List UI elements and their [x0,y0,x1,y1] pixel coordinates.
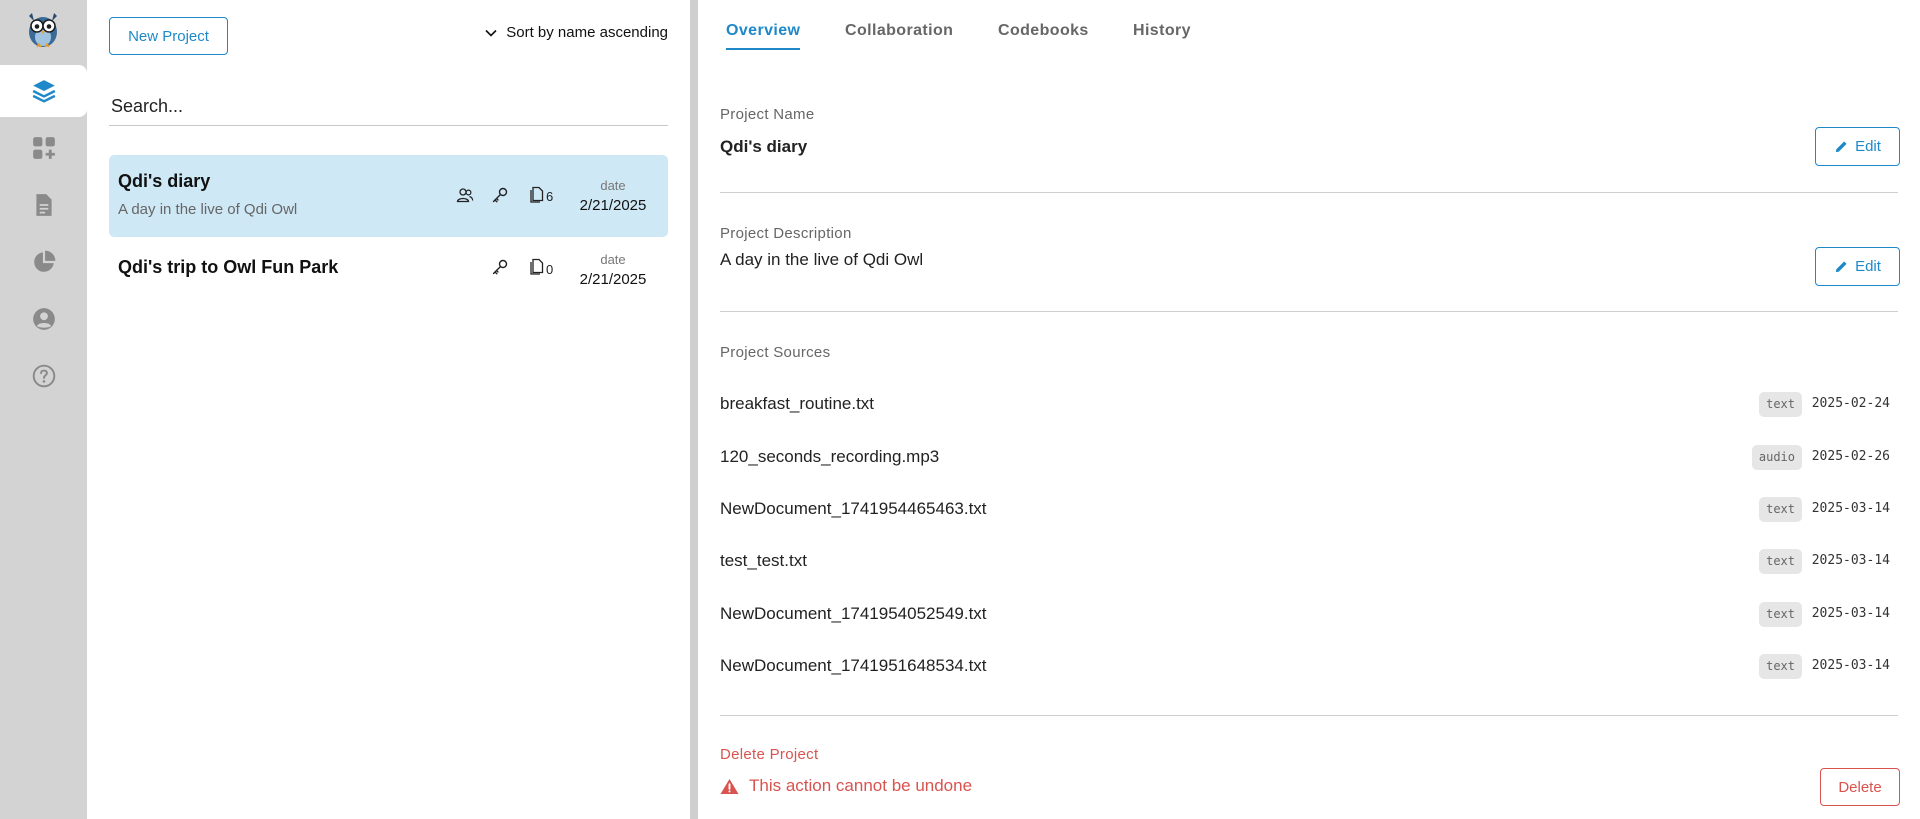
layers-icon [32,80,55,103]
divider [720,311,1898,312]
chevron-down-icon [485,29,497,37]
nav-help[interactable] [0,350,87,402]
source-date: 2025-03-14 [1811,658,1890,673]
source-row[interactable]: breakfast_routine.txt text 2025-02-24 [720,390,1898,420]
source-name: NewDocument_1741954052549.txt [720,604,987,623]
source-date: 2025-03-14 [1811,606,1890,621]
source-row[interactable]: NewDocument_1741951648534.txt text 2025-… [720,652,1898,682]
project-date: 2/21/2025 [579,271,647,288]
project-card[interactable]: Qdi's diary A day in the live of Qdi Owl… [109,155,668,237]
pie-chart-icon [33,250,55,272]
document-count: 6 [546,189,554,204]
source-row[interactable]: NewDocument_1741954465463.txt text 2025-… [720,495,1898,525]
source-type-badge: text [1759,392,1802,417]
sort-dropdown[interactable]: Sort by name ascending [484,24,668,41]
source-name: breakfast_routine.txt [720,394,875,413]
edit-name-button[interactable]: Edit [1815,127,1900,166]
source-name: 120_seconds_recording.mp3 [720,447,940,466]
source-type-badge: text [1759,549,1802,574]
delete-warning-text: This action cannot be undone [749,776,973,795]
nav-analysis[interactable] [0,236,87,288]
owl-logo [26,10,60,48]
pencil-icon [1835,261,1847,273]
source-type-badge: audio [1751,445,1802,470]
project-date: 2/21/2025 [579,197,647,214]
tab-history[interactable]: History [1133,22,1191,48]
project-title: Qdi's trip to Owl Fun Park [118,257,339,277]
project-detail-panel: Overview Collaboration Codebooks History… [698,0,1920,819]
source-row[interactable]: NewDocument_1741954052549.txt text 2025-… [720,600,1898,630]
source-type-badge: text [1759,497,1802,522]
key-icon [491,258,509,276]
tab-codebooks[interactable]: Codebooks [998,22,1089,48]
panel-divider[interactable] [690,0,698,819]
nav-account[interactable] [0,293,87,345]
source-type-badge: text [1759,602,1802,627]
user-circle-icon [32,308,55,330]
key-icon [491,186,509,204]
project-name-label: Project Name [720,106,815,123]
source-date: 2025-02-24 [1811,396,1890,411]
tab-collaboration[interactable]: Collaboration [845,22,953,48]
nav-projects[interactable] [0,65,87,117]
divider [720,192,1898,193]
pencil-icon [1835,141,1847,153]
tab-overview[interactable]: Overview [726,22,801,50]
source-date: 2025-02-26 [1811,449,1890,464]
project-list-panel: New Project Sort by name ascending Qdi's… [87,0,690,819]
project-name-value: Qdi's diary [720,137,808,156]
date-label: date [600,252,626,267]
edit-label: Edit [1855,258,1881,275]
project-description: A day in the live of Qdi Owl [118,201,298,218]
documents-icon [529,257,547,275]
source-row[interactable]: test_test.txt text 2025-03-14 [720,547,1898,577]
document-icon [35,194,52,216]
project-sources-label: Project Sources [720,344,831,361]
new-project-button[interactable]: New Project [109,17,228,55]
project-title: Qdi's diary [118,171,211,191]
delete-project-button[interactable]: Delete [1820,768,1900,806]
source-row[interactable]: 120_seconds_recording.mp3 audio 2025-02-… [720,443,1898,473]
documents-icon [529,185,547,203]
search-input[interactable] [109,88,668,126]
grid-plus-icon [32,137,55,159]
delete-warning: This action cannot be undone [720,776,972,796]
delete-project-label: Delete Project [720,746,819,763]
document-count: 0 [546,262,554,277]
edit-description-button[interactable]: Edit [1815,247,1900,286]
help-circle-icon [32,364,55,388]
source-date: 2025-03-14 [1811,501,1890,516]
project-description-value: A day in the live of Qdi Owl [720,250,924,269]
sidebar [0,0,87,819]
users-icon [456,186,474,204]
source-name: NewDocument_1741954465463.txt [720,499,987,518]
project-card[interactable]: Qdi's trip to Owl Fun Park 0 date 2/21/2… [109,240,668,322]
nav-components[interactable] [0,122,87,174]
date-label: date [600,178,626,193]
sort-label: Sort by name ascending [506,24,668,41]
source-date: 2025-03-14 [1811,553,1890,568]
source-type-badge: text [1759,654,1802,679]
edit-label: Edit [1855,138,1881,155]
project-description-label: Project Description [720,225,852,242]
source-name: test_test.txt [720,551,807,570]
source-name: NewDocument_1741951648534.txt [720,656,987,675]
nav-sources[interactable] [0,179,87,231]
warning-icon [720,778,739,794]
divider [720,715,1898,716]
